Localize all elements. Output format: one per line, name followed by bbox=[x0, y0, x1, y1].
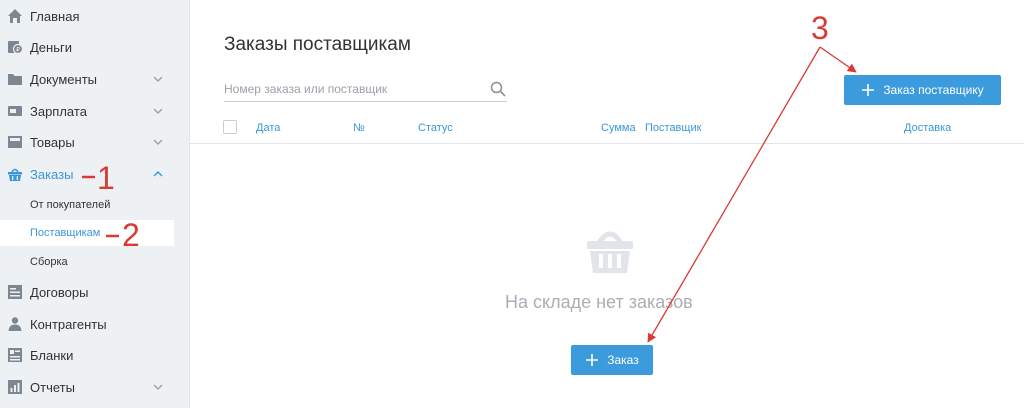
search-box[interactable] bbox=[224, 76, 507, 102]
column-status[interactable]: Статус bbox=[418, 122, 453, 134]
annotation-number-2: 2 bbox=[122, 217, 140, 253]
annotation-number-3: 3 bbox=[811, 10, 829, 46]
chevron-down-icon[interactable] bbox=[152, 108, 164, 114]
sidebar-item-label: Деньги bbox=[30, 39, 72, 55]
goods-icon bbox=[6, 133, 24, 151]
basket-icon bbox=[6, 165, 24, 183]
search-input[interactable] bbox=[224, 81, 489, 96]
sidebar-subitem-assembly[interactable]: Сборка bbox=[0, 249, 68, 275]
button-label: Заказ bbox=[607, 353, 639, 367]
sidebar-item-label: Бланки bbox=[30, 347, 74, 363]
plus-icon bbox=[861, 83, 875, 97]
column-sum[interactable]: Сумма bbox=[601, 122, 636, 134]
sidebar-item-money[interactable]: ₽ Деньги bbox=[0, 33, 190, 61]
annotation-arrow-to-supplier-button bbox=[819, 46, 857, 73]
sidebar-item-contractors[interactable]: Контрагенты bbox=[0, 310, 190, 338]
sidebar-item-label: Документы bbox=[30, 71, 98, 87]
sidebar: Главная ₽ Деньги Документы Зарплата Това… bbox=[0, 0, 190, 408]
chevron-down-icon[interactable] bbox=[152, 76, 164, 82]
add-supplier-order-button[interactable]: Заказ поставщику bbox=[844, 75, 1001, 105]
documents-icon bbox=[6, 70, 24, 88]
empty-state-text: На складе нет заказов bbox=[505, 292, 693, 312]
empty-basket-icon bbox=[585, 223, 635, 273]
sidebar-item-label: Главная bbox=[30, 8, 80, 24]
sidebar-item-contracts[interactable]: Договоры bbox=[0, 278, 190, 306]
salary-icon bbox=[6, 102, 24, 120]
sidebar-item-label: Заказы bbox=[30, 166, 74, 182]
sidebar-item-forms[interactable]: Бланки bbox=[0, 341, 190, 369]
sidebar-item-reports[interactable]: Отчеты bbox=[0, 373, 190, 401]
sidebar-item-salary[interactable]: Зарплата bbox=[0, 97, 190, 125]
sidebar-item-label: Договоры bbox=[30, 284, 89, 300]
add-order-button[interactable]: Заказ bbox=[571, 345, 653, 375]
forms-icon bbox=[6, 346, 24, 364]
sidebar-item-label: Контрагенты bbox=[30, 316, 107, 332]
column-supplier[interactable]: Поставщик bbox=[645, 122, 701, 134]
sidebar-item-label: Отчеты bbox=[30, 379, 75, 395]
chevron-down-icon[interactable] bbox=[152, 384, 164, 390]
svg-text:₽: ₽ bbox=[16, 47, 20, 54]
sidebar-subitem-to-suppliers[interactable]: Поставщикам bbox=[0, 220, 174, 246]
sidebar-item-orders[interactable]: Заказы bbox=[0, 160, 190, 188]
sidebar-item-goods[interactable]: Товары bbox=[0, 128, 190, 156]
column-delivery[interactable]: Доставка bbox=[904, 122, 951, 134]
sidebar-item-home[interactable]: Главная bbox=[0, 2, 190, 30]
column-date[interactable]: Дата bbox=[256, 122, 280, 134]
money-icon: ₽ bbox=[6, 38, 24, 56]
column-number[interactable]: № bbox=[353, 122, 365, 134]
contractors-icon bbox=[6, 315, 24, 333]
plus-icon bbox=[585, 353, 599, 367]
contracts-icon bbox=[6, 283, 24, 301]
select-all-checkbox[interactable] bbox=[223, 120, 237, 134]
sidebar-item-documents[interactable]: Документы bbox=[0, 65, 190, 93]
reports-icon bbox=[6, 378, 24, 396]
chevron-up-icon[interactable] bbox=[152, 171, 164, 177]
home-icon bbox=[6, 7, 24, 25]
sidebar-subitem-from-customers[interactable]: От покупателей bbox=[0, 192, 110, 218]
page-title: Заказы поставщикам bbox=[224, 34, 411, 55]
sidebar-item-label: Зарплата bbox=[30, 103, 87, 119]
button-label: Заказ поставщику bbox=[883, 83, 984, 97]
annotation-number-1: 1 bbox=[97, 160, 115, 196]
search-icon[interactable] bbox=[489, 80, 507, 98]
table-header: Дата № Статус Сумма Поставщик Доставка bbox=[190, 114, 1024, 144]
sidebar-item-label: Товары bbox=[30, 134, 75, 150]
chevron-down-icon[interactable] bbox=[152, 139, 164, 145]
